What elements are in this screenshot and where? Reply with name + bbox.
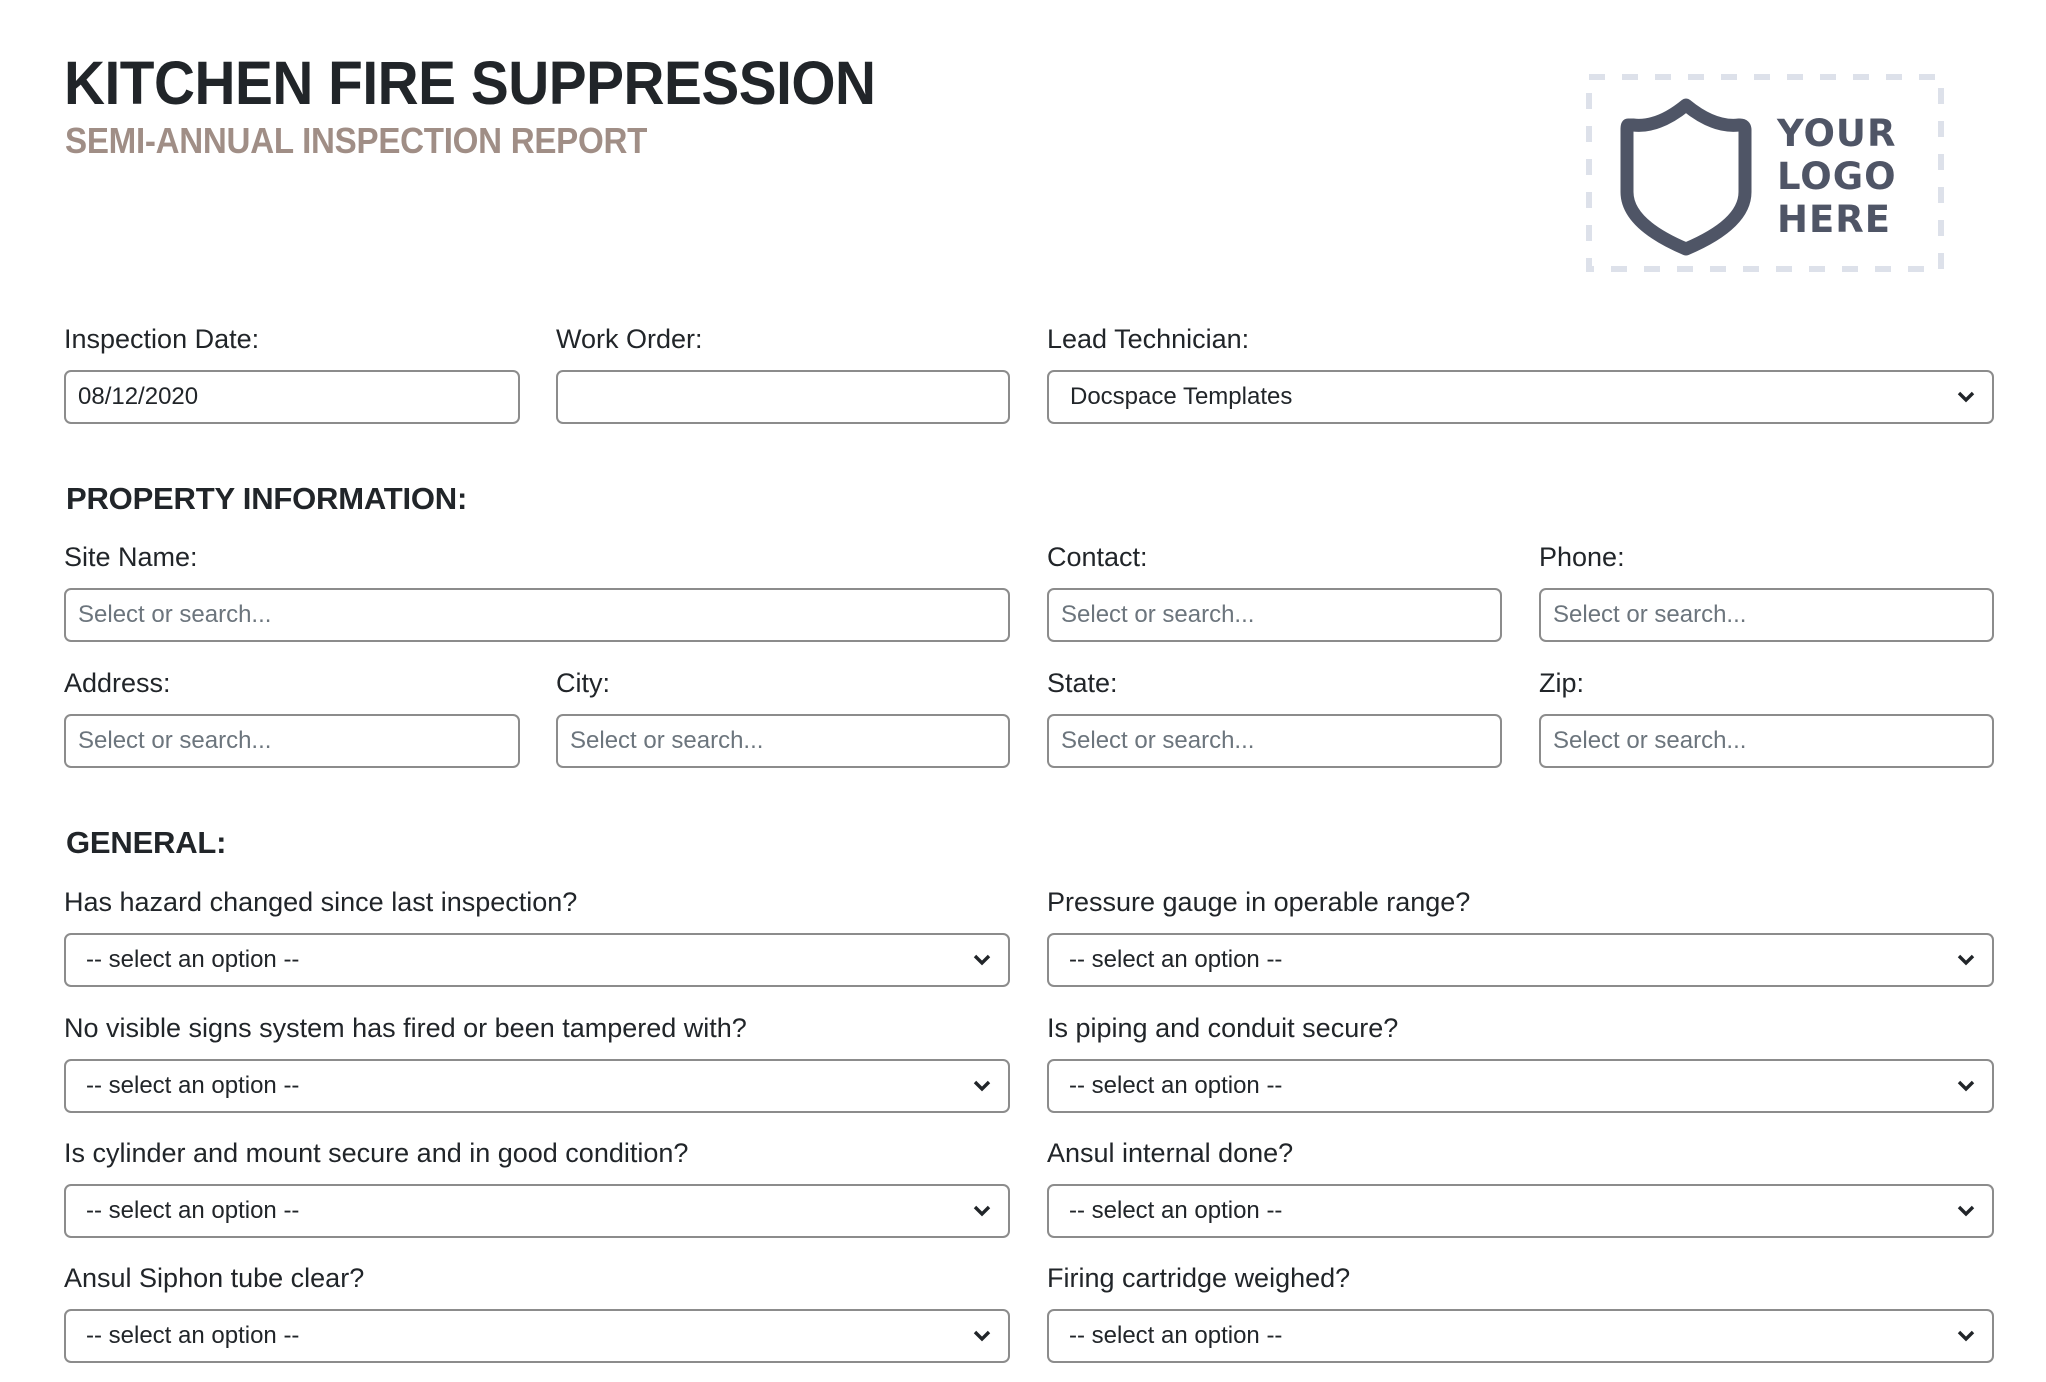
work-order-input[interactable] (558, 372, 1008, 422)
select-value: -- select an option -- (86, 1072, 300, 1099)
phone-label: Phone: (1539, 542, 1625, 572)
chevron-down-icon (1957, 391, 1975, 403)
work-order-field[interactable] (556, 370, 1010, 424)
question-label: Ansul Siphon tube clear? (64, 1263, 365, 1293)
pressure-gauge-select[interactable]: -- select an option -- (1047, 933, 1994, 987)
contact-label: Contact: (1047, 542, 1148, 572)
logo-text: YOUR LOGO HERE (1777, 112, 1897, 241)
zip-input[interactable] (1541, 716, 1992, 766)
select-value: -- select an option -- (86, 1197, 300, 1224)
inspection-report-page: KITCHEN FIRE SUPPRESSION SEMI-ANNUAL INS… (0, 0, 2046, 1382)
general-heading: GENERAL: (66, 825, 227, 860)
chevron-down-icon (1957, 1080, 1975, 1092)
inspection-date-input[interactable] (66, 372, 518, 422)
question-label: Ansul internal done? (1047, 1138, 1294, 1168)
chevron-down-icon (1957, 1330, 1975, 1342)
logo-text-line: YOUR (1777, 112, 1897, 155)
inspection-date-field[interactable] (64, 370, 520, 424)
city-input[interactable] (558, 716, 1008, 766)
phone-input[interactable] (1541, 590, 1992, 640)
lead-technician-label: Lead Technician: (1047, 324, 1250, 354)
state-label: State: (1047, 668, 1118, 698)
select-value: -- select an option -- (86, 946, 300, 973)
contact-input[interactable] (1049, 590, 1500, 640)
select-value: -- select an option -- (86, 1322, 300, 1349)
work-order-label: Work Order: (556, 324, 703, 354)
ansul-internal-select[interactable]: -- select an option -- (1047, 1184, 1994, 1238)
address-field[interactable] (64, 714, 520, 768)
property-information-heading: PROPERTY INFORMATION: (66, 481, 468, 516)
question-label: Is piping and conduit secure? (1047, 1013, 1399, 1043)
page-subtitle: SEMI-ANNUAL INSPECTION REPORT (65, 120, 648, 161)
chevron-down-icon (973, 1205, 991, 1217)
site-name-field[interactable] (64, 588, 1010, 642)
zip-field[interactable] (1539, 714, 1994, 768)
select-value: -- select an option -- (1069, 1072, 1283, 1099)
question-label: Pressure gauge in operable range? (1047, 887, 1471, 917)
cylinder-mount-select[interactable]: -- select an option -- (64, 1184, 1010, 1238)
city-field[interactable] (556, 714, 1010, 768)
address-label: Address: (64, 668, 171, 698)
tampered-select[interactable]: -- select an option -- (64, 1059, 1010, 1113)
site-name-input[interactable] (66, 590, 1008, 640)
question-label: Has hazard changed since last inspection… (64, 887, 578, 917)
state-field[interactable] (1047, 714, 1502, 768)
contact-field[interactable] (1047, 588, 1502, 642)
select-value: -- select an option -- (1069, 1322, 1283, 1349)
question-label: Is cylinder and mount secure and in good… (64, 1138, 689, 1168)
phone-field[interactable] (1539, 588, 1994, 642)
lead-technician-select[interactable]: Docspace Templates (1047, 370, 1994, 424)
siphon-tube-select[interactable]: -- select an option -- (64, 1309, 1010, 1363)
chevron-down-icon (973, 1080, 991, 1092)
city-label: City: (556, 668, 610, 698)
lead-technician-value: Docspace Templates (1070, 383, 1293, 410)
site-name-label: Site Name: (64, 542, 198, 572)
firing-cartridge-select[interactable]: -- select an option -- (1047, 1309, 1994, 1363)
address-input[interactable] (66, 716, 518, 766)
chevron-down-icon (1957, 1205, 1975, 1217)
piping-conduit-select[interactable]: -- select an option -- (1047, 1059, 1994, 1113)
page-title: KITCHEN FIRE SUPPRESSION (64, 49, 876, 117)
logo-placeholder: YOUR LOGO HERE (1586, 74, 1944, 272)
question-label: Firing cartridge weighed? (1047, 1263, 1351, 1293)
logo-text-line: LOGO (1777, 155, 1897, 198)
question-label: No visible signs system has fired or bee… (64, 1013, 747, 1043)
select-value: -- select an option -- (1069, 1197, 1283, 1224)
chevron-down-icon (1957, 954, 1975, 966)
chevron-down-icon (973, 1330, 991, 1342)
state-input[interactable] (1049, 716, 1500, 766)
hazard-changed-select[interactable]: -- select an option -- (64, 933, 1010, 987)
zip-label: Zip: (1539, 668, 1585, 698)
chevron-down-icon (973, 954, 991, 966)
inspection-date-label: Inspection Date: (64, 324, 260, 354)
select-value: -- select an option -- (1069, 946, 1283, 973)
logo-text-line: HERE (1777, 198, 1892, 241)
